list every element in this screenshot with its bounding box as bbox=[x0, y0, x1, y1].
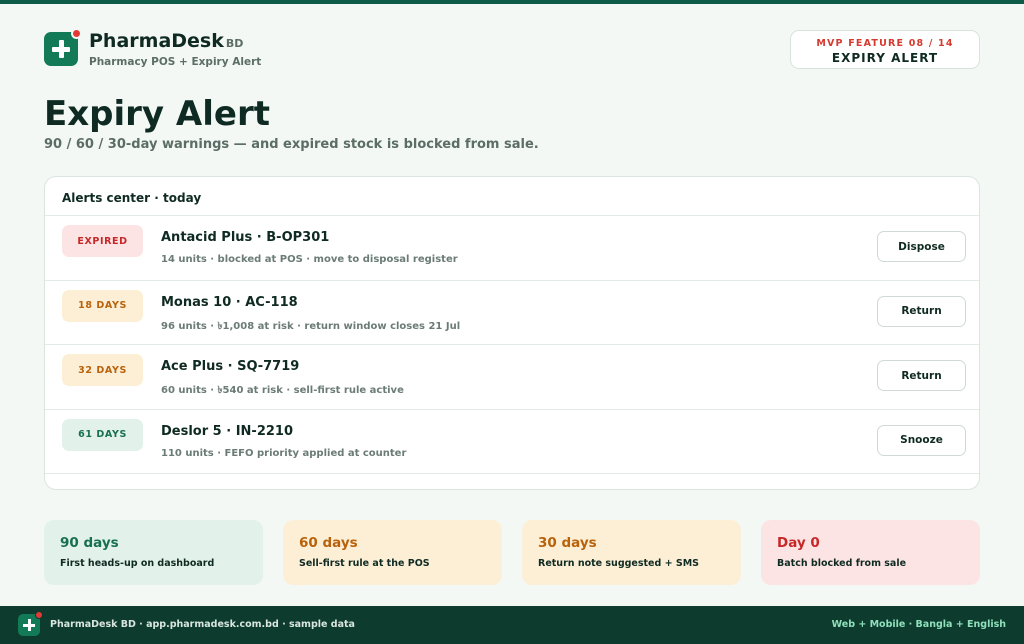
dispose-button[interactable]: Dispose bbox=[877, 231, 966, 262]
alert-meta: 14 units · blocked at POS · move to disp… bbox=[161, 254, 458, 265]
footer-site-info: PharmaDesk BD · app.pharmadesk.com.bd · … bbox=[50, 619, 355, 630]
pharmacy-cross-logo-icon bbox=[18, 611, 43, 636]
warning-tiers: 90 days First heads-up on dashboard 60 d… bbox=[44, 520, 980, 585]
app-name: PharmaDesk bbox=[89, 30, 224, 52]
expiry-status-badge: EXPIRED bbox=[62, 225, 143, 257]
top-accent-stripe bbox=[0, 0, 1024, 4]
alert-meta: 60 units · ৳540 at risk · sell-first rul… bbox=[161, 385, 404, 396]
alert-title: Deslor 5 · IN-2210 bbox=[161, 423, 293, 439]
footer: PharmaDesk BD · app.pharmadesk.com.bd · … bbox=[0, 606, 1024, 644]
snooze-button[interactable]: Snooze bbox=[877, 424, 966, 456]
tier-title: 60 days bbox=[299, 535, 358, 551]
tier-description: Batch blocked from sale bbox=[777, 558, 907, 569]
return-button[interactable]: Return bbox=[877, 295, 966, 327]
tier-card-60-days: 60 days Sell-first rule at the POS bbox=[283, 520, 502, 585]
alert-meta: 110 units · FEFO priority applied at cou… bbox=[161, 447, 407, 459]
feature-kicker: MVP FEATURE 08 / 14 bbox=[816, 38, 954, 49]
alert-row: 18 DAYS Monas 10 · AC-118 96 units · ৳1,… bbox=[45, 281, 979, 345]
tier-title: 30 days bbox=[538, 535, 597, 551]
feature-title: EXPIRY ALERT bbox=[831, 51, 939, 65]
app-name-suffix: BD bbox=[225, 37, 244, 50]
notification-dot-icon bbox=[71, 28, 82, 39]
page-subtitle: 90 / 60 / 30-day warnings — and expired … bbox=[44, 137, 539, 152]
expiry-status-badge: 18 DAYS bbox=[62, 289, 143, 322]
tier-description: Sell-first rule at the POS bbox=[299, 558, 430, 569]
page-title: Expiry Alert bbox=[44, 94, 270, 134]
alert-row: EXPIRED Antacid Plus · B-OP301 14 units … bbox=[45, 216, 979, 281]
pharmacy-cross-logo-icon bbox=[44, 28, 82, 66]
tier-description: Return note suggested + SMS bbox=[538, 558, 700, 569]
tier-title: Day 0 bbox=[777, 535, 820, 551]
alert-title: Antacid Plus · B-OP301 bbox=[161, 230, 330, 245]
return-button[interactable]: Return bbox=[877, 360, 966, 391]
feature-card: MVP FEATURE 08 / 14 EXPIRY ALERT bbox=[790, 30, 980, 69]
tier-card-day-0: Day 0 Batch blocked from sale bbox=[761, 520, 980, 585]
alert-meta: 96 units · ৳1,008 at risk · return windo… bbox=[161, 320, 461, 332]
tier-card-90-days: 90 days First heads-up on dashboard bbox=[44, 520, 263, 585]
tier-title: 90 days bbox=[60, 535, 119, 551]
alerts-center-header: Alerts center · today bbox=[45, 177, 979, 216]
alert-title: Monas 10 · AC-118 bbox=[161, 294, 298, 310]
alerts-center-panel: Alerts center · today EXPIRED Antacid Pl… bbox=[44, 176, 980, 490]
notification-dot-icon bbox=[35, 611, 43, 619]
tier-description: First heads-up on dashboard bbox=[60, 558, 215, 569]
expiry-status-badge: 61 DAYS bbox=[62, 418, 143, 451]
brand: PharmaDesk BD Pharmacy POS + Expiry Alert bbox=[44, 28, 262, 68]
alert-title: Ace Plus · SQ-7719 bbox=[161, 359, 300, 374]
app-tagline: Pharmacy POS + Expiry Alert bbox=[89, 56, 262, 68]
expiry-status-badge: 32 DAYS bbox=[62, 354, 143, 386]
alert-row: 32 DAYS Ace Plus · SQ-7719 60 units · ৳5… bbox=[45, 345, 979, 410]
alert-row: 61 DAYS Deslor 5 · IN-2210 110 units · F… bbox=[45, 410, 979, 474]
tier-card-30-days: 30 days Return note suggested + SMS bbox=[522, 520, 741, 585]
footer-platforms: Web + Mobile · Bangla + English bbox=[831, 619, 1006, 630]
